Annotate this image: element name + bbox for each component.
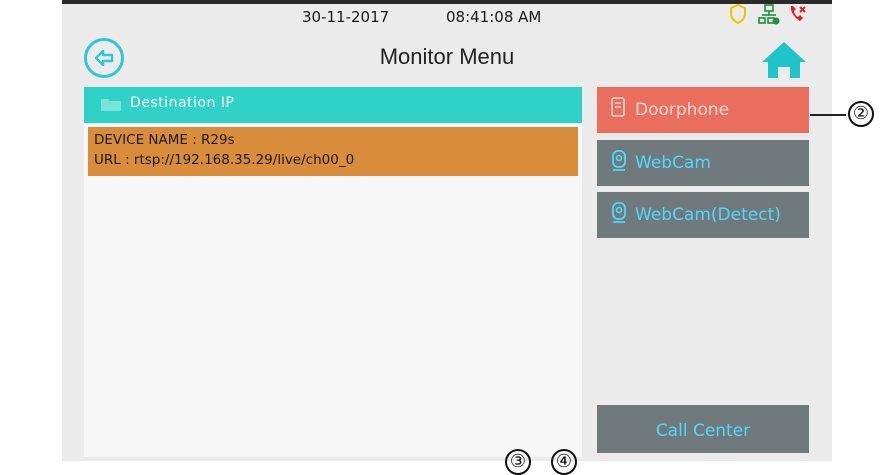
home-button[interactable] bbox=[760, 40, 808, 80]
shield-icon bbox=[730, 3, 746, 28]
call-center-button[interactable]: Call Center bbox=[597, 405, 809, 453]
webcam-detect-button[interactable]: WebCam(Detect) bbox=[597, 192, 809, 238]
device-url: URL : rtsp://192.168.35.29/live/ch00_0 bbox=[94, 152, 355, 168]
call-center-label: Call Center bbox=[655, 421, 751, 441]
missed-call-icon bbox=[788, 4, 808, 28]
callout-4: ④ bbox=[551, 449, 577, 475]
monitor-screen: 30-11-2017 08:41:08 AM Monitor Menu Dest… bbox=[62, 0, 832, 461]
webcam-detect-label: WebCam(Detect) bbox=[635, 205, 781, 225]
doorphone-button[interactable]: Doorphone bbox=[597, 87, 809, 133]
webcam-icon bbox=[611, 150, 627, 177]
status-time: 08:41:08 AM bbox=[446, 8, 542, 26]
list-header-label: Destination IP bbox=[130, 95, 235, 111]
page-title: Monitor Menu bbox=[379, 44, 515, 69]
status-date: 30-11-2017 bbox=[302, 8, 390, 26]
doorphone-icon bbox=[611, 97, 625, 122]
callout-3: ③ bbox=[505, 449, 531, 475]
callout-2: ② bbox=[848, 101, 874, 127]
list-item[interactable]: DEVICE NAME : R29s URL : rtsp://192.168.… bbox=[88, 127, 578, 176]
device-name: DEVICE NAME : R29s bbox=[94, 132, 235, 148]
callout-leader-line bbox=[810, 114, 846, 116]
webcam-detect-icon bbox=[611, 202, 627, 229]
home-icon bbox=[762, 42, 806, 78]
webcam-label: WebCam bbox=[635, 153, 711, 173]
folder-icon bbox=[100, 96, 122, 116]
top-bezel bbox=[62, 0, 832, 4]
doorphone-label: Doorphone bbox=[635, 100, 730, 120]
network-icon bbox=[758, 4, 780, 30]
destination-list: Destination IP DEVICE NAME : R29s URL : … bbox=[84, 87, 582, 457]
webcam-button[interactable]: WebCam bbox=[597, 140, 809, 186]
status-icons bbox=[730, 3, 820, 30]
list-header: Destination IP bbox=[84, 87, 582, 123]
